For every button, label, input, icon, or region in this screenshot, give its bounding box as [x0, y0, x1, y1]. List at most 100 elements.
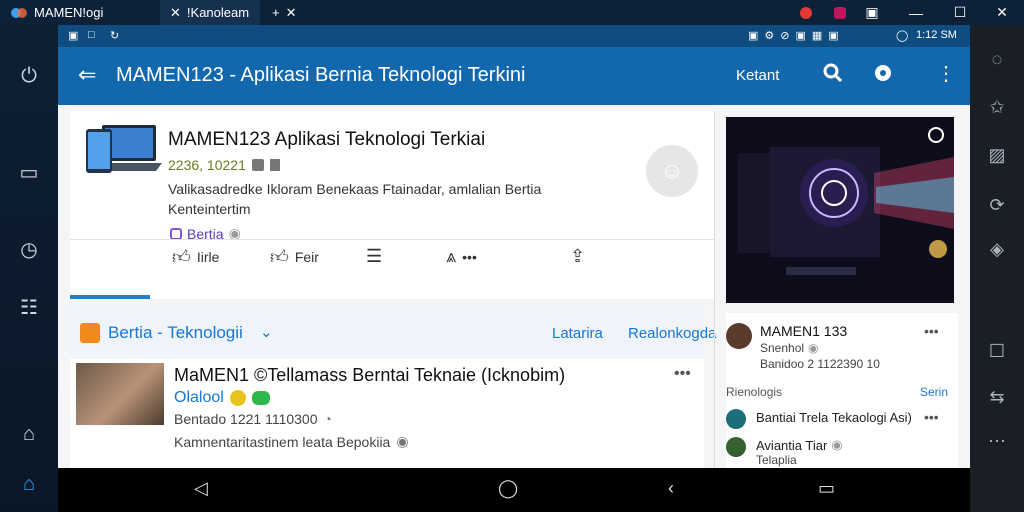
- more-options-icon[interactable]: •••: [924, 409, 939, 425]
- chevron-down-icon[interactable]: ⌄: [260, 323, 273, 341]
- tab-title-2: !Kanoleam: [186, 5, 250, 20]
- settings-icon[interactable]: [872, 62, 894, 84]
- tab-main[interactable]: MAMEN!ogi: [0, 0, 160, 25]
- more-options-icon[interactable]: •••: [924, 323, 939, 339]
- back-icon[interactable]: ◁: [194, 478, 208, 499]
- section-link-recommend[interactable]: Realonkogda: [628, 325, 716, 342]
- android-nav-bar: ◁ ◯ ‹ ▭: [58, 468, 970, 512]
- comment-button[interactable]: ☰: [366, 246, 382, 267]
- topic-item-2-subtitle: Telaplia: [756, 453, 797, 467]
- tab-icon: ✕: [170, 4, 181, 20]
- topic-avatar-2: [726, 437, 746, 457]
- divider: [70, 239, 714, 240]
- badge-icon: [251, 159, 264, 171]
- share-button[interactable]: 👍︎ Feir: [270, 246, 319, 268]
- post-card-2[interactable]: MaMEN1 ©Tellamass Berntai Teknaie (Ickno…: [70, 359, 704, 468]
- notification-icon: ▣: [68, 30, 79, 42]
- navigate-button[interactable]: ⩓ •••: [446, 246, 477, 267]
- status-time: 1:12 SM: [916, 29, 957, 41]
- profile-panel: MAMEN1 133 Snenhol ◉ Banidoo 2 1122390 1…: [726, 313, 958, 468]
- user-icon: ◔: [323, 411, 332, 427]
- close-tab-icon[interactable]: ✕: [286, 5, 297, 21]
- maximize-icon: ☐: [953, 4, 967, 20]
- section-link-latest[interactable]: Latarira: [552, 325, 603, 342]
- new-tab-button[interactable]: + ✕: [262, 0, 307, 25]
- info-icon: ◉: [396, 433, 409, 449]
- minimize-button[interactable]: —: [896, 0, 936, 25]
- topics-see-all-link[interactable]: Serin: [920, 385, 948, 399]
- shake-icon[interactable]: ⇆: [970, 387, 1024, 408]
- column-divider: [714, 111, 715, 468]
- bookmark-icon: [269, 159, 280, 171]
- navigation-icon: ⩓: [446, 246, 457, 266]
- post-title[interactable]: MAMEN123 Aplikasi Teknologi Terkiai: [168, 129, 485, 151]
- recents-icon[interactable]: ▭: [818, 478, 835, 499]
- reaction-fab[interactable]: ☺: [646, 145, 698, 197]
- thumbs-up-icon: 👍︎: [270, 247, 289, 267]
- window-titlebar: MAMEN!ogi ✕ !Kanoleam + ✕ ▣ — ☐ ✕: [0, 0, 1024, 25]
- search-icon[interactable]: [822, 62, 844, 84]
- like-label: Iirle: [196, 249, 220, 265]
- home-outline-icon[interactable]: ⌂: [0, 423, 58, 446]
- screen-icon[interactable]: ▭: [0, 160, 58, 185]
- maximize-button[interactable]: ☐: [940, 0, 980, 25]
- loading-icon[interactable]: ◌: [970, 49, 1024, 70]
- active-tab-indicator: [70, 295, 150, 299]
- gamepad-icon[interactable]: ◈: [970, 239, 1024, 260]
- home-button-icon[interactable]: ◯: [498, 478, 518, 499]
- post-meta: 2236, 10221: [168, 157, 246, 173]
- shortcut-icon: [834, 6, 846, 19]
- share-label: Feir: [294, 249, 319, 265]
- minimize-icon: —: [909, 4, 923, 21]
- post2-title[interactable]: MaMEN1 ©Tellamass Berntai Teknaie (Ickno…: [174, 365, 565, 386]
- close-window-button[interactable]: ✕: [982, 0, 1022, 25]
- topic-item-1[interactable]: Bantiai Trela Tekaologi Asi): [756, 410, 912, 425]
- emulator-left-sidebar: ⏻ ▭ ◷ ☷ ⌂ ⌂: [0, 25, 58, 512]
- home-icon[interactable]: ⌂: [0, 473, 58, 496]
- rotate-icon[interactable]: ⟳: [970, 195, 1024, 216]
- phone-screen: ▣ □ ↻ ▣⚙⊘▣▦▣ ◯ 1:12 SM ⇐ MAMEN123 - Apli…: [58, 25, 970, 468]
- chat-badge-icon: [251, 391, 270, 405]
- post2-source[interactable]: Olalool: [174, 389, 224, 407]
- verified-icon: ◉: [808, 341, 819, 355]
- emoji-icon: ☺: [660, 158, 684, 183]
- star-badge-icon: [229, 390, 246, 406]
- appbar-action-button[interactable]: Ketant: [736, 67, 779, 84]
- section-title[interactable]: Bertia - Teknologii: [108, 323, 243, 343]
- tab-secondary[interactable]: ✕ !Kanoleam: [160, 0, 260, 25]
- back-arrow-icon[interactable]: ⇐: [78, 62, 96, 88]
- post-description-2: Kenteintertim: [168, 201, 251, 217]
- tab-title: MAMEN!ogi: [34, 5, 104, 20]
- post-card[interactable]: MAMEN123 Aplikasi Teknologi Terkiai 2236…: [70, 111, 714, 299]
- record-icon: [800, 6, 812, 19]
- more-dots-icon: •••: [462, 248, 477, 265]
- upload-button[interactable]: ⇪: [570, 246, 585, 267]
- app-logo-icon: [10, 6, 28, 20]
- more-horizontal-icon[interactable]: ⋯: [970, 431, 1024, 452]
- app-bar: ⇐ MAMEN123 - Aplikasi Bernia Teknologi T…: [58, 47, 970, 105]
- image-icon: ▣: [865, 4, 879, 20]
- window-icon[interactable]: ☐: [970, 341, 1024, 362]
- category-icon: [170, 227, 182, 240]
- image-icon[interactable]: ▨: [970, 145, 1024, 166]
- topic-avatar-1: [726, 409, 746, 429]
- post2-meta: Bentado 1221 1110300: [174, 411, 318, 427]
- power-icon[interactable]: ⏻: [0, 65, 58, 88]
- screenshot-button[interactable]: ▣: [852, 0, 892, 25]
- more-options-icon[interactable]: •••: [674, 365, 691, 383]
- upload-icon: ⇪: [570, 246, 586, 266]
- topic-item-2[interactable]: Aviantia Tiar: [756, 438, 827, 453]
- profile-name[interactable]: MAMEN1 133: [760, 323, 847, 339]
- battery-icon: ◯: [896, 30, 909, 42]
- timer-icon[interactable]: ◷: [0, 237, 58, 262]
- featured-image[interactable]: [726, 117, 954, 303]
- more-vertical-icon[interactable]: ⋮: [936, 61, 956, 86]
- close-icon: ✕: [996, 4, 1008, 20]
- like-button[interactable]: 👍︎ Iirle: [172, 246, 219, 268]
- profile-meta: Banidoo 2 1122390 10: [760, 357, 880, 371]
- section-header: Bertia - Teknologii ⌄ Latarira Realonkog…: [70, 311, 716, 355]
- layout-icon[interactable]: ☷: [0, 295, 58, 320]
- chevron-left-icon[interactable]: ‹: [668, 478, 674, 499]
- laptop-thumbnail: [76, 121, 162, 185]
- star-icon[interactable]: ✩: [970, 97, 1024, 118]
